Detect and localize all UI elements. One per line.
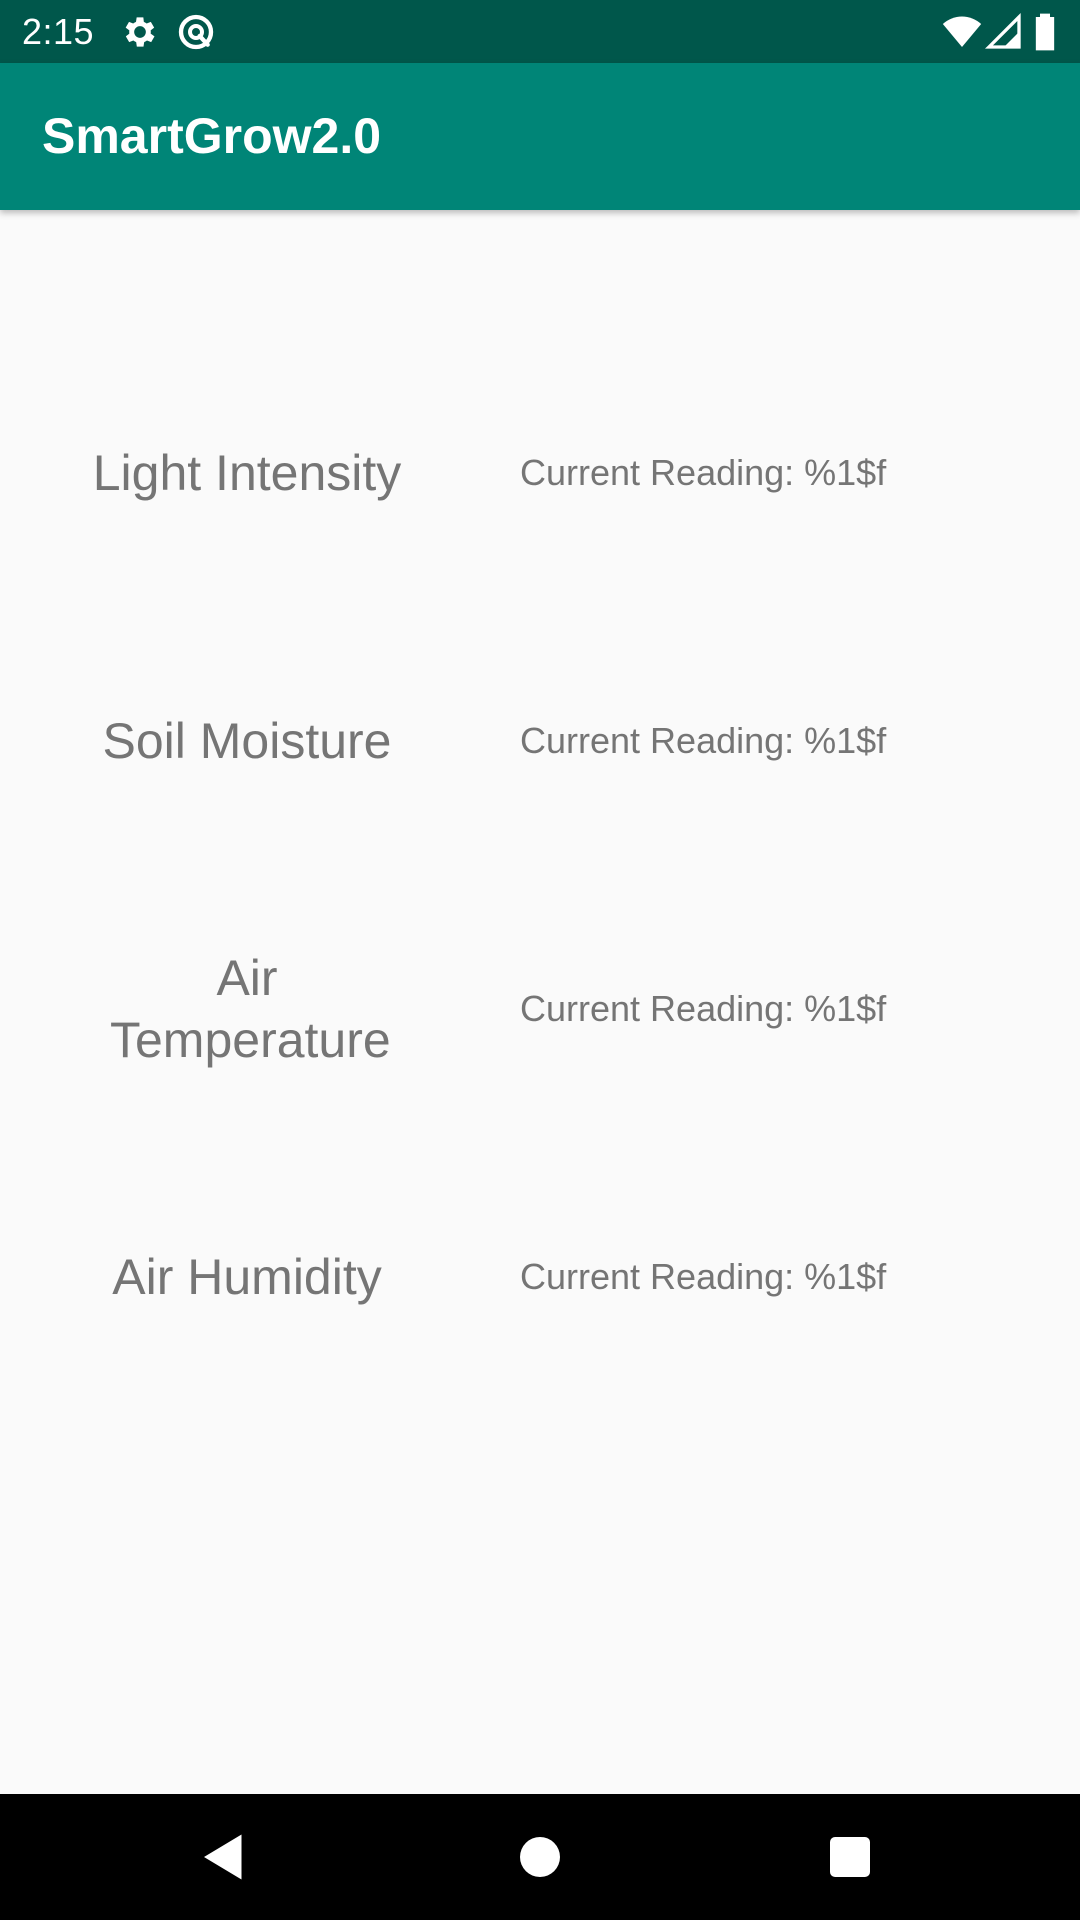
signal-icon (984, 12, 1024, 52)
back-icon[interactable] (194, 1827, 254, 1887)
status-time: 2:15 (22, 11, 95, 52)
recents-icon[interactable] (820, 1827, 880, 1887)
gear-icon (120, 12, 160, 52)
sensor-row-air-humidity: Air Humidity Current Reading: %1$f (0, 1177, 1080, 1377)
sensor-reading: Current Reading: %1$f (520, 452, 887, 493)
app-bar: SmartGrow2.0 (0, 63, 1080, 210)
home-icon[interactable] (510, 1827, 570, 1887)
sensor-row-soil-moisture: Soil Moisture Current Reading: %1$f (0, 641, 1080, 841)
sensor-reading: Current Reading: %1$f (520, 1256, 887, 1297)
sensor-label: Air Temperature (110, 950, 391, 1068)
sensor-row-air-temperature: Air Temperature Current Reading: %1$f (0, 909, 1080, 1109)
sensor-list: Light Intensity Current Reading: %1$f So… (0, 210, 1080, 1794)
vpn-circle-icon (176, 12, 216, 52)
sensor-label: Soil Moisture (102, 713, 392, 769)
app-title: SmartGrow2.0 (42, 108, 382, 164)
sensor-reading: Current Reading: %1$f (520, 720, 887, 761)
sensor-reading: Current Reading: %1$f (520, 988, 887, 1029)
sensor-row-light-intensity: Light Intensity Current Reading: %1$f (0, 373, 1080, 573)
battery-icon (1030, 12, 1060, 52)
sensor-label: Air Humidity (112, 1249, 382, 1305)
wifi-icon (942, 12, 982, 52)
sensor-label: Light Intensity (92, 445, 402, 501)
status-bar: 2:15 (0, 0, 1080, 63)
navigation-bar (0, 1794, 1080, 1920)
